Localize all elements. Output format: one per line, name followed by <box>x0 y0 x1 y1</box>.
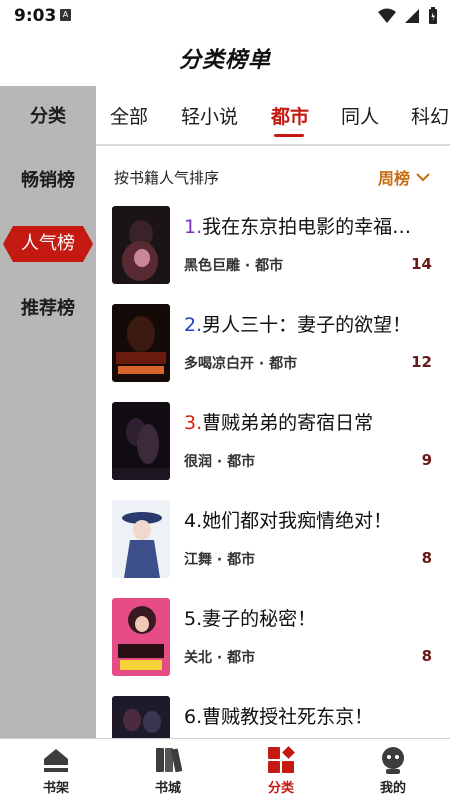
book-meta: 黑色巨雕 · 都市 <box>184 258 284 274</box>
tab-urban[interactable]: 都市 <box>271 102 309 129</box>
sidebar-item-popularity-label: 人气榜 <box>3 226 93 262</box>
book-title: 5.妻子的秘密！ <box>184 604 434 631</box>
book-cover <box>112 206 170 284</box>
sidebar-item-category[interactable]: 分类 <box>0 99 96 135</box>
book-rank: 1. <box>184 216 203 238</box>
profile-icon <box>382 747 404 774</box>
signal-icon <box>405 9 419 23</box>
nav-label: 书城 <box>154 781 181 796</box>
book-count: 12 <box>411 353 432 371</box>
tab-fanfic[interactable]: 同人 <box>341 102 379 129</box>
book-title: 3.曹贼弟弟的寄宿日常 <box>184 408 434 435</box>
book-count: 9 <box>421 451 432 469</box>
book-meta: 很润 · 都市 <box>184 454 256 470</box>
status-bar: 9:03 A <box>0 0 450 32</box>
period-label: 周榜 <box>377 169 410 188</box>
bottom-nav: 书架 书城 分类 我的 <box>0 738 450 800</box>
book-rank: 6. <box>184 706 203 728</box>
tab-all[interactable]: 全部 <box>110 102 148 129</box>
book-count: 8 <box>421 647 432 665</box>
book-rank: 2. <box>184 314 203 336</box>
book-cover <box>112 304 170 382</box>
bookshelf-icon <box>44 749 68 772</box>
book-rank: 5. <box>184 608 203 630</box>
list-item[interactable]: 6.曹贼教授社死东京！ <box>96 690 450 738</box>
ranking-sidebar: 分类 畅销榜 人气榜 推荐榜 <box>0 86 96 738</box>
sidebar-item-bestseller[interactable]: 畅销榜 <box>0 163 96 199</box>
book-title: 1.我在东京拍电影的幸福… <box>184 212 434 239</box>
book-rank: 3. <box>184 412 203 434</box>
nav-profile[interactable]: 我的 <box>353 745 433 796</box>
list-item[interactable]: 2.男人三十：妻子的欲望！ 多喝凉白开 · 都市 12 <box>96 298 450 396</box>
nav-label: 分类 <box>267 781 294 796</box>
book-title-text: 我在东京拍电影的幸福… <box>202 216 412 238</box>
sidebar-item-popularity[interactable]: 人气榜 <box>0 226 96 262</box>
sort-bar: 按书籍人气排序 周榜 <box>96 148 450 200</box>
book-meta: 关北 · 都市 <box>184 650 256 666</box>
book-title-text: 曹贼教授社死东京！ <box>202 706 374 728</box>
list-item[interactable]: 4.她们都对我痴情绝对！ 江舞 · 都市 8 <box>96 494 450 592</box>
book-title: 2.男人三十：妻子的欲望！ <box>184 310 434 337</box>
book-title-text: 妻子的秘密！ <box>202 608 317 630</box>
category-tabs: 全部 轻小说 都市 同人 科幻 <box>96 86 450 146</box>
book-title-text: 曹贼弟弟的寄宿日常 <box>202 412 374 434</box>
book-title: 6.曹贼教授社死东京！ <box>184 702 434 729</box>
chevron-down-icon <box>416 173 430 182</box>
book-cover <box>112 696 170 738</box>
book-title: 4.她们都对我痴情绝对！ <box>184 506 434 533</box>
book-count: 14 <box>411 255 432 273</box>
book-meta: 多喝凉白开 · 都市 <box>184 356 298 372</box>
bookstore-icon <box>156 748 183 773</box>
page-title: 分类榜单 <box>178 48 271 73</box>
list-item[interactable]: 5.妻子的秘密！ 关北 · 都市 8 <box>96 592 450 690</box>
nav-label: 书架 <box>42 781 69 796</box>
active-tab-indicator <box>274 134 304 137</box>
battery-icon <box>429 7 437 24</box>
sort-label: 按书籍人气排序 <box>114 169 220 187</box>
book-list: 1.我在东京拍电影的幸福… 黑色巨雕 · 都市 14 2.男人三十：妻子的欲望！… <box>96 200 450 738</box>
period-dropdown[interactable]: 周榜 <box>378 165 430 189</box>
nav-category[interactable]: 分类 <box>241 745 321 796</box>
header: 分类榜单 <box>0 32 450 84</box>
book-rank: 4. <box>184 510 203 532</box>
book-title-text: 男人三十：妻子的欲望！ <box>202 314 412 336</box>
wifi-icon <box>378 8 396 23</box>
category-icon <box>268 746 295 773</box>
nav-bookstore[interactable]: 书城 <box>128 745 208 796</box>
tab-scifi[interactable]: 科幻 <box>411 102 449 129</box>
status-time: 9:03 <box>14 6 57 26</box>
book-meta: 江舞 · 都市 <box>184 552 256 568</box>
book-cover <box>112 402 170 480</box>
book-count: 8 <box>421 549 432 567</box>
list-item[interactable]: 3.曹贼弟弟的寄宿日常 很润 · 都市 9 <box>96 396 450 494</box>
status-icons <box>378 6 438 26</box>
nav-bookshelf[interactable]: 书架 <box>16 745 96 796</box>
notification-icon: A <box>60 9 71 21</box>
nav-label: 我的 <box>379 781 406 796</box>
book-cover <box>112 598 170 676</box>
sidebar-item-recommended[interactable]: 推荐榜 <box>0 291 96 327</box>
tab-light-novel[interactable]: 轻小说 <box>181 102 238 129</box>
list-item[interactable]: 1.我在东京拍电影的幸福… 黑色巨雕 · 都市 14 <box>96 200 450 298</box>
book-title-text: 她们都对我痴情绝对！ <box>202 510 393 532</box>
book-cover <box>112 500 170 578</box>
